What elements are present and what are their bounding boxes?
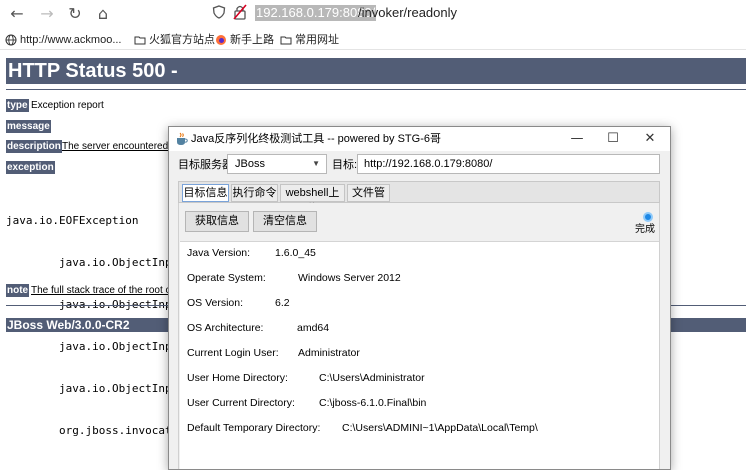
tab-panel-target-info: 获取信息 清空信息 完成 Java Version: 1.6.0_45 Oper… xyxy=(178,203,660,469)
info-row: Operate System: Windows Server 2012 xyxy=(187,271,401,285)
info-value: C:\Users\ADMINI~1\AppData\Local\Temp\ xyxy=(342,422,538,434)
type-label: type xyxy=(6,99,29,112)
info-value: Windows Server 2012 xyxy=(298,272,401,284)
info-row: Java Version: 1.6.0_45 xyxy=(187,246,316,260)
info-row: User Home Directory: C:\Users\Administra… xyxy=(187,371,425,385)
clear-info-button[interactable]: 清空信息 xyxy=(253,211,317,232)
description-label: description xyxy=(6,140,62,153)
minimize-icon[interactable]: — xyxy=(562,130,592,148)
forward-arrow-icon[interactable]: → xyxy=(36,3,58,25)
info-row: User Current Directory: C:\jboss-6.1.0.F… xyxy=(187,396,426,410)
trace-line: java.io.EOFException xyxy=(6,214,139,227)
tool-body: 目标服务器: JBoss ▼ 目标: http://192.168.0.179:… xyxy=(169,151,670,469)
browser-toolbar: ← → ↻ ⌂ 192.168.0.179:8080/ /invoker/rea… xyxy=(0,0,746,28)
info-value: 1.6.0_45 xyxy=(275,247,316,259)
insecure-lock-icon[interactable] xyxy=(233,4,247,20)
type-text: Exception report xyxy=(31,100,104,111)
info-label: Java Version: xyxy=(187,247,251,259)
home-icon[interactable]: ⌂ xyxy=(92,3,114,25)
info-label: Current Login User: xyxy=(187,347,279,359)
url-path[interactable]: /invoker/readonly xyxy=(358,5,457,21)
status-text: 完成 xyxy=(635,224,655,235)
info-value: C:\Users\Administrator xyxy=(319,372,425,384)
info-text-area[interactable]: Java Version: 1.6.0_45 Operate System: W… xyxy=(180,241,659,469)
back-arrow-icon[interactable]: ← xyxy=(6,3,28,25)
info-label: OS Version: xyxy=(187,297,244,309)
shield-icon[interactable] xyxy=(212,5,226,19)
server-select-value: JBoss xyxy=(235,158,265,170)
info-row: OS Architecture: amd64 xyxy=(187,321,329,335)
trace-line: java.io.ObjectInpu xyxy=(6,382,179,395)
info-label: Default Temporary Directory: xyxy=(187,422,321,434)
info-value: amd64 xyxy=(297,322,330,334)
info-label: User Home Directory: xyxy=(187,372,288,384)
info-label: OS Architecture: xyxy=(187,322,264,334)
get-info-button[interactable]: 获取信息 xyxy=(185,211,249,232)
tool-window: Java反序列化终极测试工具 -- powered by STG-6哥 — ☐ … xyxy=(168,126,671,470)
note-text: The full stack trace of the root ca xyxy=(31,285,177,296)
globe-icon xyxy=(5,34,17,46)
close-icon[interactable]: ✕ xyxy=(635,130,665,148)
description-text: The server encountered a xyxy=(62,141,177,152)
bookmark-label: 火狐官方站点 xyxy=(149,34,215,46)
folder-icon xyxy=(134,36,146,45)
window-title: Java反序列化终极测试工具 -- powered by STG-6哥 xyxy=(191,133,441,145)
java-coffee-icon xyxy=(177,132,188,145)
page-title: HTTP Status 500 - xyxy=(6,58,746,84)
bookmark-label: http://www.ackmoo... xyxy=(20,34,122,46)
message-label: message xyxy=(6,120,51,133)
reload-icon[interactable]: ↻ xyxy=(64,3,86,25)
tab-file-manager[interactable]: 文件管理 xyxy=(347,184,390,215)
target-label: 目标: xyxy=(332,159,358,171)
trace-line: org.jboss.invocati xyxy=(6,424,179,437)
target-url-input[interactable]: http://192.168.0.179:8080/ xyxy=(357,154,660,174)
note-text-wrap: The full stack trace of the root ca xyxy=(31,284,176,297)
exception-label: exception xyxy=(6,161,55,174)
status-indicator-icon xyxy=(643,212,653,222)
info-row: Default Temporary Directory: C:\Users\AD… xyxy=(187,421,538,435)
info-value: C:\jboss-6.1.0.Final\bin xyxy=(319,397,427,409)
info-row: OS Version: 6.2 xyxy=(187,296,290,310)
folder-icon xyxy=(280,36,292,45)
dropdown-caret-icon: ▼ xyxy=(312,159,320,168)
trace-line: java.io.ObjectInpu xyxy=(6,256,179,269)
info-row: Current Login User: Administrator xyxy=(187,346,360,360)
bookmark-label: 新手上路 xyxy=(230,34,274,46)
divider xyxy=(6,89,746,90)
info-label: Operate System: xyxy=(187,272,266,284)
note-label: note xyxy=(6,284,30,297)
server-select[interactable]: JBoss ▼ xyxy=(227,154,327,174)
tab-target-info[interactable]: 目标信息 xyxy=(182,184,229,202)
info-value: 6.2 xyxy=(275,297,290,309)
maximize-icon[interactable]: ☐ xyxy=(598,130,628,148)
tab-strip: 目标信息 执行命令 webshell上传 文件管理 xyxy=(178,181,660,215)
info-value: Administrator xyxy=(298,347,360,359)
window-title-bar[interactable]: Java反序列化终极测试工具 -- powered by STG-6哥 — ☐ … xyxy=(169,127,670,151)
firefox-icon xyxy=(216,35,226,45)
trace-line: java.io.ObjectInpu xyxy=(6,340,179,353)
bookmarks-bar: http://www.ackmoo... 火狐官方站点 新手上路 常用网址 xyxy=(0,28,746,50)
bookmark-label: 常用网址 xyxy=(295,34,339,46)
info-label: User Current Directory: xyxy=(187,397,295,409)
tab-exec-command[interactable]: 执行命令 xyxy=(231,184,278,202)
tab-webshell-upload[interactable]: webshell上传 xyxy=(280,184,345,215)
description-text-wrap: The server encountered a xyxy=(62,140,177,153)
